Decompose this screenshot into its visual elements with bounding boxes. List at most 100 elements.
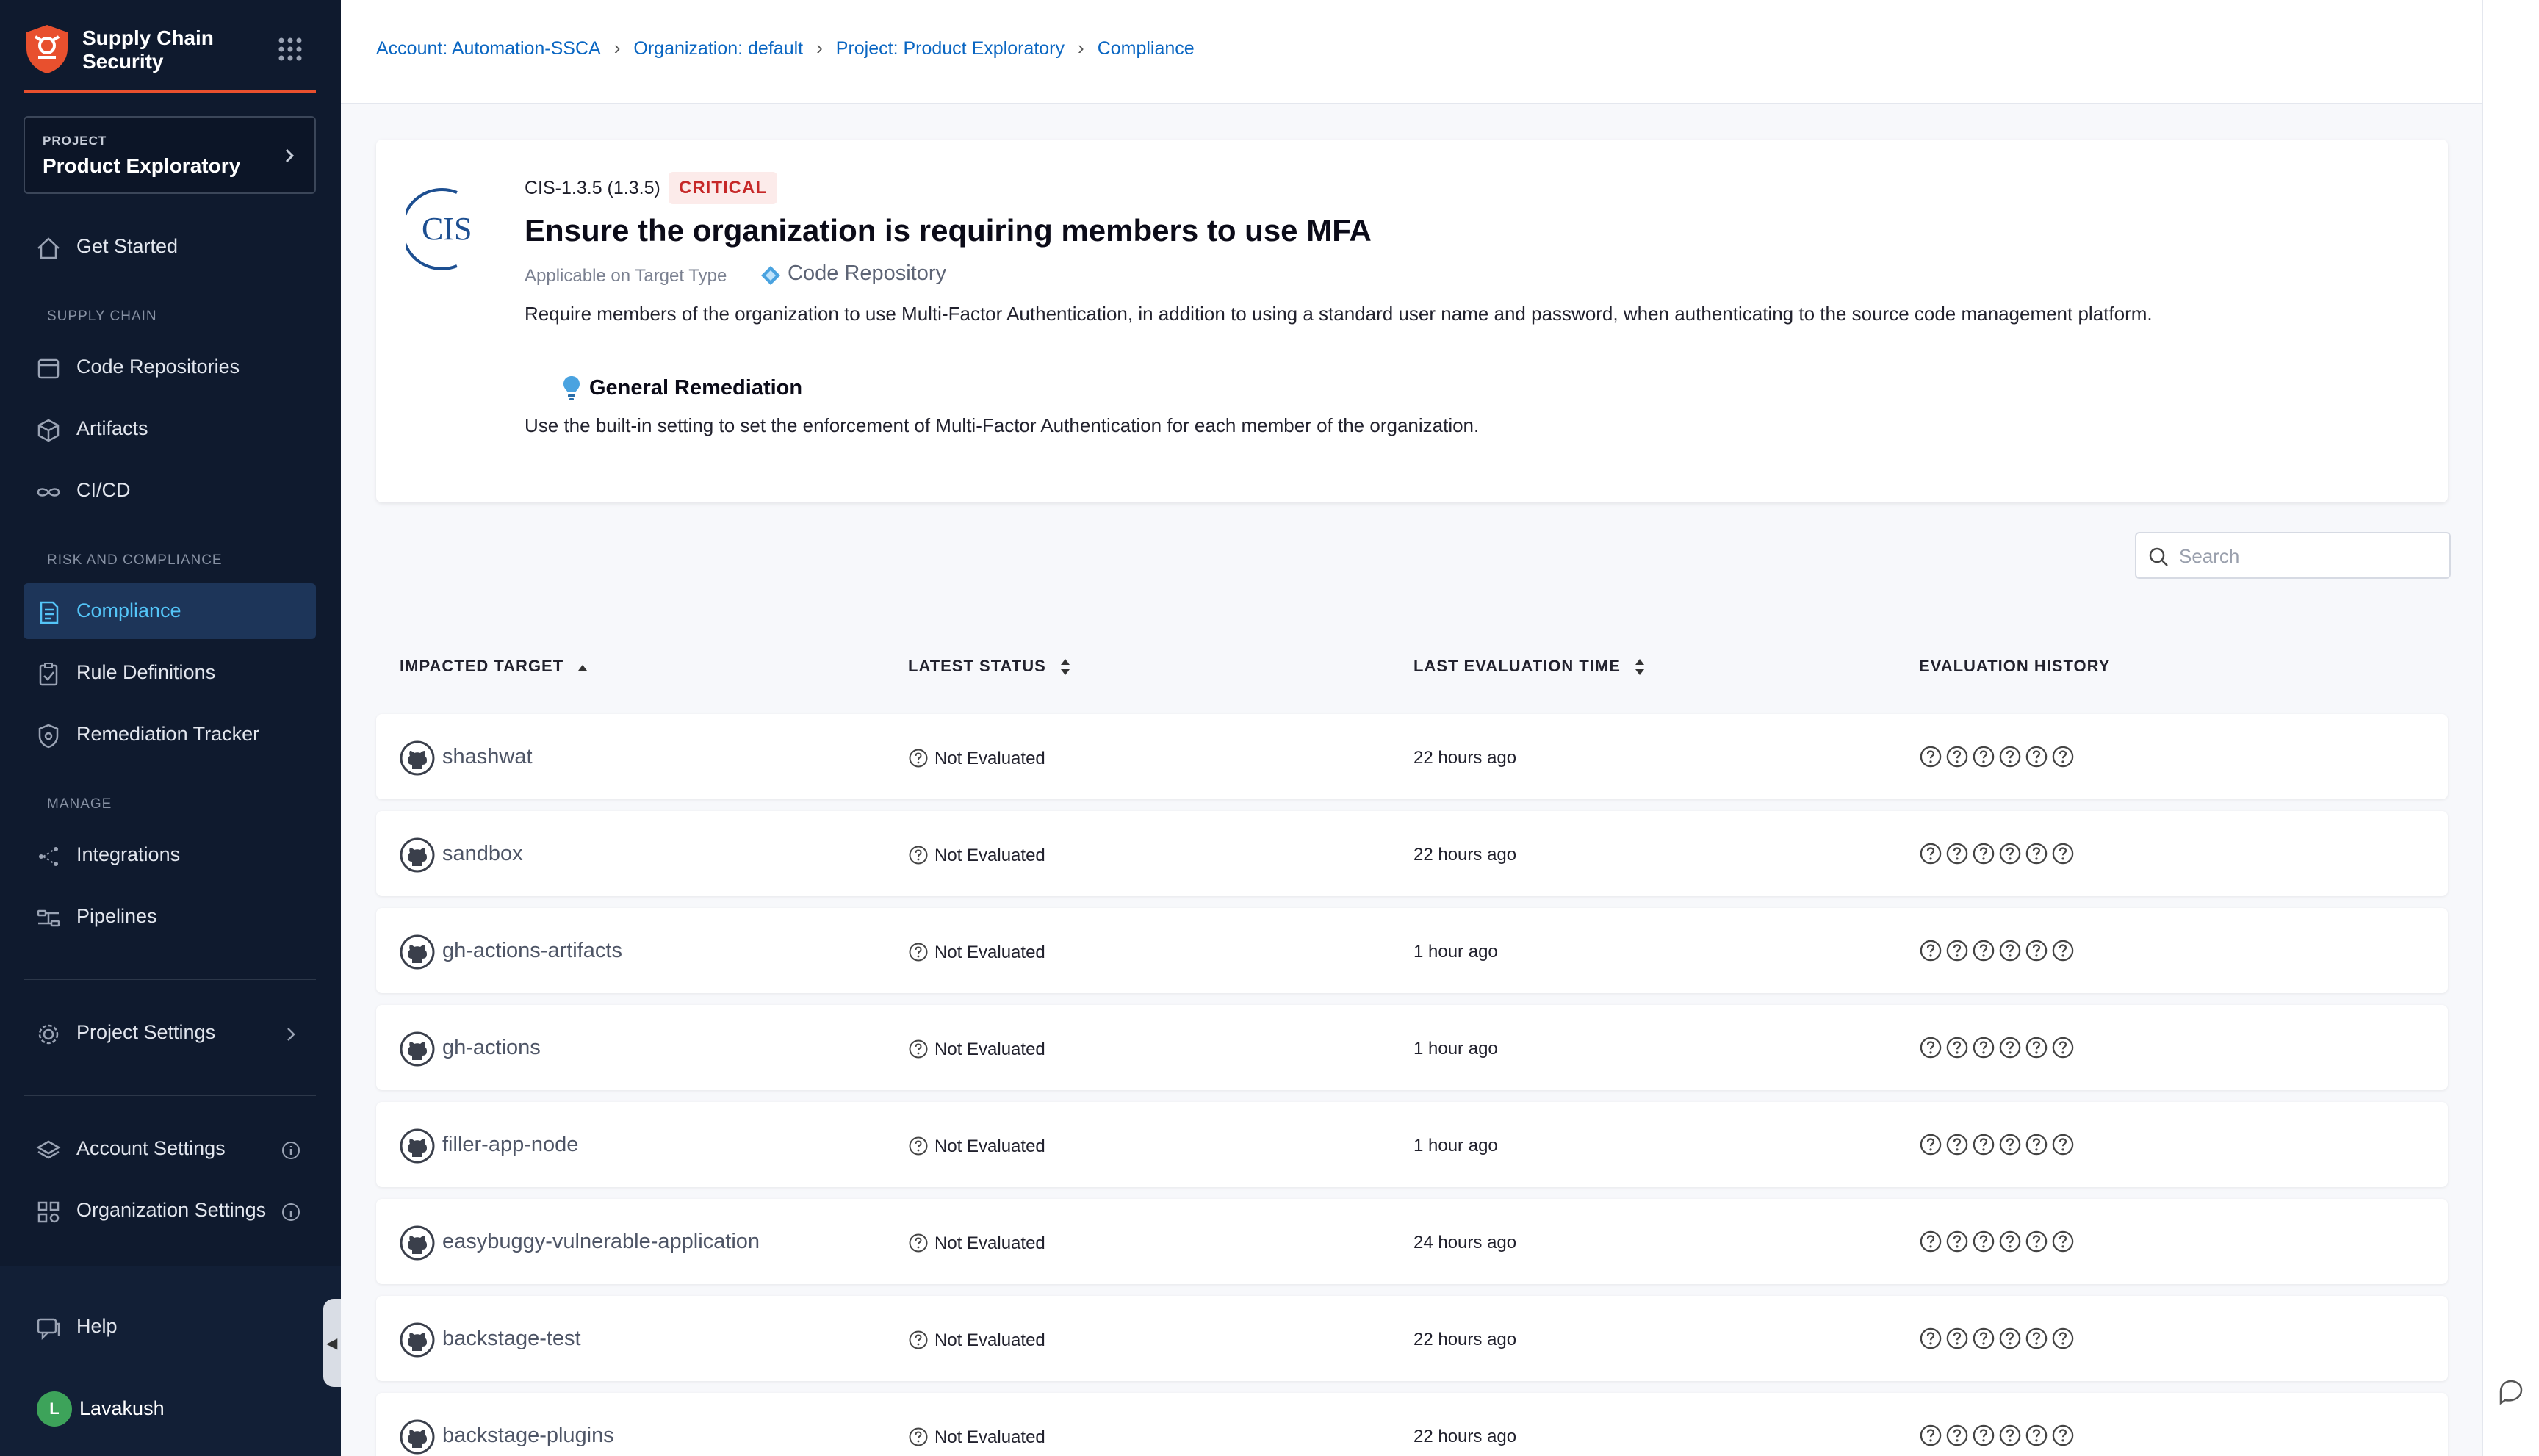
home-icon xyxy=(37,237,60,259)
info-icon[interactable] xyxy=(281,1140,301,1161)
project-selector[interactable]: PROJECT Product Exploratory xyxy=(24,116,316,194)
breadcrumb-project[interactable]: Project: Product Exploratory xyxy=(836,38,1065,59)
table-row[interactable]: filler-app-node Not Evaluated 1 hour ago xyxy=(376,1102,2448,1187)
target-name[interactable]: gh-actions xyxy=(442,1036,541,1060)
unknown-status-icon xyxy=(1999,1134,2021,1156)
right-rail xyxy=(2482,0,2539,1456)
nav-label: Code Repositories xyxy=(76,356,240,378)
chevron-right-icon xyxy=(287,1028,295,1041)
nav-label: Artifacts xyxy=(76,417,148,439)
not-evaluated-icon xyxy=(909,1330,928,1349)
github-icon xyxy=(400,1128,435,1164)
section-risk-compliance: RISK AND COMPLIANCE xyxy=(47,552,223,568)
unknown-status-icon xyxy=(2052,1134,2074,1156)
unknown-status-icon xyxy=(1973,940,1995,962)
nav-account-settings[interactable]: Account Settings xyxy=(24,1121,316,1177)
nav-project-settings[interactable]: Project Settings xyxy=(24,1005,316,1061)
nav-remediation-tracker[interactable]: Remediation Tracker xyxy=(24,707,316,763)
table-row[interactable]: shashwat Not Evaluated 22 hours ago xyxy=(376,714,2448,799)
clipboard-check-icon xyxy=(39,663,58,686)
nav-label: CI/CD xyxy=(76,479,131,501)
status-text: Not Evaluated xyxy=(934,1427,1045,1447)
evaluation-history xyxy=(1919,842,2078,867)
unknown-status-icon xyxy=(1999,1037,2021,1059)
nav-label: Account Settings xyxy=(76,1137,226,1159)
not-evaluated-icon xyxy=(909,1136,928,1156)
unknown-status-icon xyxy=(2052,1230,2074,1253)
unknown-status-icon xyxy=(1946,1037,1968,1059)
organization-icon xyxy=(37,1201,60,1223)
unknown-status-icon xyxy=(1946,843,1968,865)
sort-icon xyxy=(1635,659,1644,676)
nav-help[interactable]: Help xyxy=(24,1299,316,1355)
unknown-status-icon xyxy=(2052,843,2074,865)
github-icon xyxy=(400,934,435,970)
nav-code-repositories[interactable]: Code Repositories xyxy=(24,339,316,395)
section-manage: MANAGE xyxy=(47,796,112,812)
project-name: Product Exploratory xyxy=(43,154,241,177)
unknown-status-icon xyxy=(1920,1327,1942,1349)
unknown-status-icon xyxy=(1920,1037,1942,1059)
nav-integrations[interactable]: Integrations xyxy=(24,827,316,883)
target-name[interactable]: gh-actions-artifacts xyxy=(442,939,622,963)
avatar[interactable]: L xyxy=(37,1391,72,1427)
unknown-status-icon xyxy=(2052,1327,2074,1349)
unknown-status-icon xyxy=(2052,746,2074,768)
table-row[interactable]: gh-actions-artifacts Not Evaluated 1 hour … xyxy=(376,908,2448,993)
nav-get-started[interactable]: Get Started xyxy=(24,219,316,275)
github-icon xyxy=(400,1225,435,1261)
nav-pipelines[interactable]: Pipelines xyxy=(24,889,316,945)
unknown-status-icon xyxy=(2052,1037,2074,1059)
search-input[interactable] xyxy=(2179,541,2443,572)
feedback-chat-icon[interactable] xyxy=(2495,1377,2527,1409)
unknown-status-icon xyxy=(1999,746,2021,768)
app-launcher-icon[interactable] xyxy=(278,37,303,62)
target-name[interactable]: backstage-test xyxy=(442,1327,581,1351)
table-row[interactable]: backstage-test Not Evaluated 22 hours ago xyxy=(376,1296,2448,1381)
th-last-evaluation-time[interactable]: LAST EVALUATION TIME xyxy=(1413,657,1646,677)
target-name[interactable]: shashwat xyxy=(442,745,533,769)
unknown-status-icon xyxy=(2025,1424,2048,1446)
github-icon xyxy=(400,1419,435,1455)
table-row[interactable]: easybuggy-vulnerable-application Not Eval… xyxy=(376,1199,2448,1284)
unknown-status-icon xyxy=(1920,1424,1942,1446)
nav-rule-definitions[interactable]: Rule Definitions xyxy=(24,645,316,701)
evaluation-history xyxy=(1919,1036,2078,1061)
evaluation-history xyxy=(1919,1327,2078,1352)
info-icon[interactable] xyxy=(281,1202,301,1222)
evaluation-history xyxy=(1919,1133,2078,1158)
cube-icon xyxy=(37,419,60,442)
th-impacted-target[interactable]: IMPACTED TARGET xyxy=(400,657,588,676)
user-name[interactable]: Lavakush xyxy=(79,1397,165,1420)
nav-cicd[interactable]: CI/CD xyxy=(24,463,316,519)
evaluation-time: 22 hours ago xyxy=(1413,845,1517,865)
target-name[interactable]: backstage-plugins xyxy=(442,1424,614,1448)
status-text: Not Evaluated xyxy=(934,1233,1045,1253)
breadcrumb-account[interactable]: Account: Automation-SSCA xyxy=(376,38,601,59)
status-text: Not Evaluated xyxy=(934,1039,1045,1059)
brand: Supply Chain Security xyxy=(24,22,316,93)
target-name[interactable]: filler-app-node xyxy=(442,1133,578,1157)
target-name[interactable]: sandbox xyxy=(442,842,523,866)
table-row[interactable]: backstage-plugins Not Evaluated 22 hours a… xyxy=(376,1393,2448,1456)
table-row[interactable]: sandbox Not Evaluated 22 hours ago xyxy=(376,811,2448,896)
breadcrumb-organization[interactable]: Organization: default xyxy=(633,38,803,59)
nav-label: Compliance xyxy=(76,599,181,621)
sidebar: Supply Chain Security PROJECT Product Ex… xyxy=(0,0,344,1456)
unknown-status-icon xyxy=(1920,746,1942,768)
breadcrumb-compliance[interactable]: Compliance xyxy=(1098,38,1195,59)
th-latest-status[interactable]: LATEST STATUS xyxy=(908,657,1071,677)
unknown-status-icon xyxy=(1946,1134,1968,1156)
unknown-status-icon xyxy=(1999,1424,2021,1446)
target-name[interactable]: easybuggy-vulnerable-application xyxy=(442,1230,760,1254)
header-label: LATEST STATUS xyxy=(908,657,1046,675)
nav-artifacts[interactable]: Artifacts xyxy=(24,401,316,457)
table-row[interactable]: gh-actions Not Evaluated 1 hour ago xyxy=(376,1005,2448,1090)
search-box xyxy=(2135,532,2451,579)
nav-compliance[interactable]: Compliance xyxy=(24,583,316,639)
status-cell: Not Evaluated xyxy=(908,1427,1045,1448)
not-evaluated-icon xyxy=(909,749,928,768)
target-type: Code Repository xyxy=(788,262,946,285)
nav-organization-settings[interactable]: Organization Settings xyxy=(24,1183,316,1239)
status-cell: Not Evaluated xyxy=(908,1233,1045,1254)
